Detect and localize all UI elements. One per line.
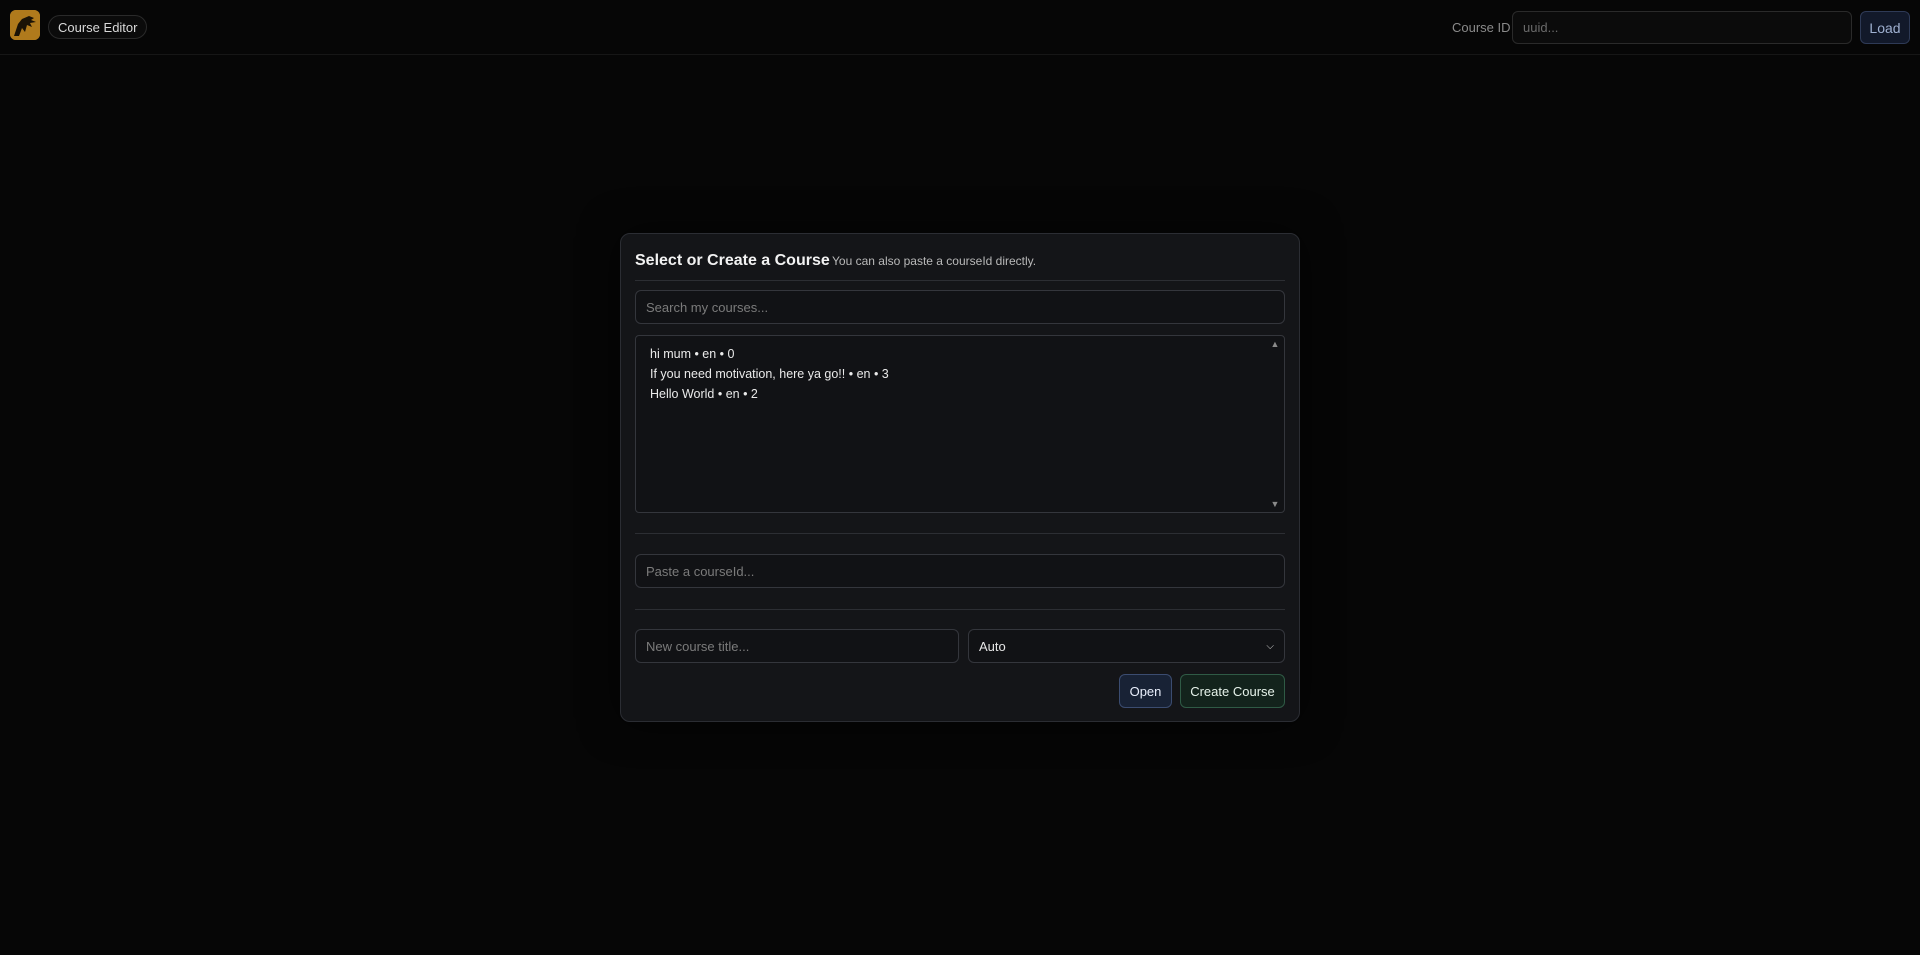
scroll-up-arrow-icon[interactable]: ▲ [1270, 339, 1280, 349]
language-select[interactable]: Auto ⌵ [968, 629, 1285, 663]
list-item[interactable]: If you need motivation, here ya go!! • e… [650, 364, 1270, 384]
search-courses-input[interactable] [635, 290, 1285, 324]
language-select-value: Auto [979, 638, 1006, 654]
list-item[interactable]: Hello World • en • 2 [650, 384, 1270, 404]
top-bar: Course Editor Course ID Load [0, 0, 1920, 55]
list-item[interactable]: hi mum • en • 0 [650, 344, 1270, 364]
load-button[interactable]: Load [1860, 11, 1910, 44]
divider [635, 280, 1285, 281]
new-course-title-input[interactable] [635, 629, 959, 663]
create-course-button[interactable]: Create Course [1180, 674, 1285, 708]
course-id-label: Course ID [1452, 20, 1511, 35]
open-button[interactable]: Open [1119, 674, 1172, 708]
app-title-badge[interactable]: Course Editor [48, 15, 148, 39]
divider [635, 533, 1285, 534]
scroll-down-arrow-icon[interactable]: ▼ [1270, 499, 1280, 509]
dialog-title: Select or Create a Course [635, 252, 830, 269]
course-id-input[interactable] [1512, 11, 1852, 44]
chevron-down-icon: ⌵ [1266, 640, 1274, 652]
course-listbox[interactable]: hi mum • en • 0 If you need motivation, … [635, 335, 1285, 513]
bird-logo-icon[interactable] [10, 10, 40, 40]
dialog-subtitle: You can also paste a courseId directly. [832, 254, 1037, 268]
course-select-dialog: Select or Create a Course You can also p… [620, 233, 1300, 722]
paste-course-id-input[interactable] [635, 554, 1285, 588]
divider [635, 609, 1285, 610]
